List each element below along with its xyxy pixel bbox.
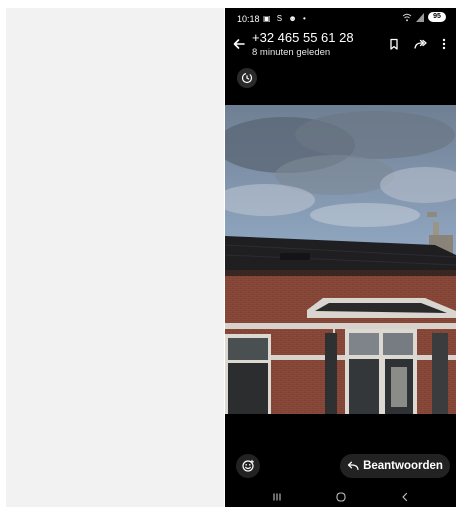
empty-left-pane: [6, 8, 224, 507]
screen: 10:18 ▣ S ☻ • 95 +32 465 55 61 28 8 minu…: [0, 0, 456, 507]
home-icon[interactable]: [334, 490, 348, 504]
arrow-left-icon[interactable]: [231, 36, 247, 52]
phone-screen: 10:18 ▣ S ☻ • 95 +32 465 55 61 28 8 minu…: [225, 8, 456, 507]
recent-apps-icon[interactable]: [270, 490, 284, 504]
message-time-ago: 8 minuten geleden: [252, 47, 331, 58]
system-navigation-bar: [225, 486, 456, 507]
emoji-icon: [242, 459, 254, 472]
bookmark-icon[interactable]: [387, 37, 401, 51]
status-right-group: 95: [402, 12, 446, 22]
contact-phone-number: +32 465 55 61 28: [252, 30, 354, 45]
disappearing-timer-button[interactable]: [237, 68, 257, 88]
emoji-reaction-button[interactable]: [236, 454, 260, 478]
chat-header: +32 465 55 61 28 8 minuten geleden: [225, 28, 456, 62]
notification-icons: ▣ S ☻ •: [263, 14, 308, 23]
wifi-icon: [402, 13, 412, 21]
battery-badge: 95: [428, 12, 446, 22]
reply-icon: [347, 461, 359, 471]
message-actions-bar: Beantwoorden: [225, 452, 456, 480]
forward-icon[interactable]: [413, 37, 427, 51]
reply-button[interactable]: Beantwoorden: [340, 454, 450, 478]
photo-image[interactable]: [225, 105, 456, 414]
reply-button-label: Beantwoorden: [363, 460, 443, 472]
back-nav-icon[interactable]: [398, 490, 412, 504]
timer-icon: [241, 72, 253, 84]
status-time: 10:18: [237, 14, 260, 24]
more-vertical-icon[interactable]: [437, 37, 451, 51]
signal-icon: [416, 12, 424, 22]
